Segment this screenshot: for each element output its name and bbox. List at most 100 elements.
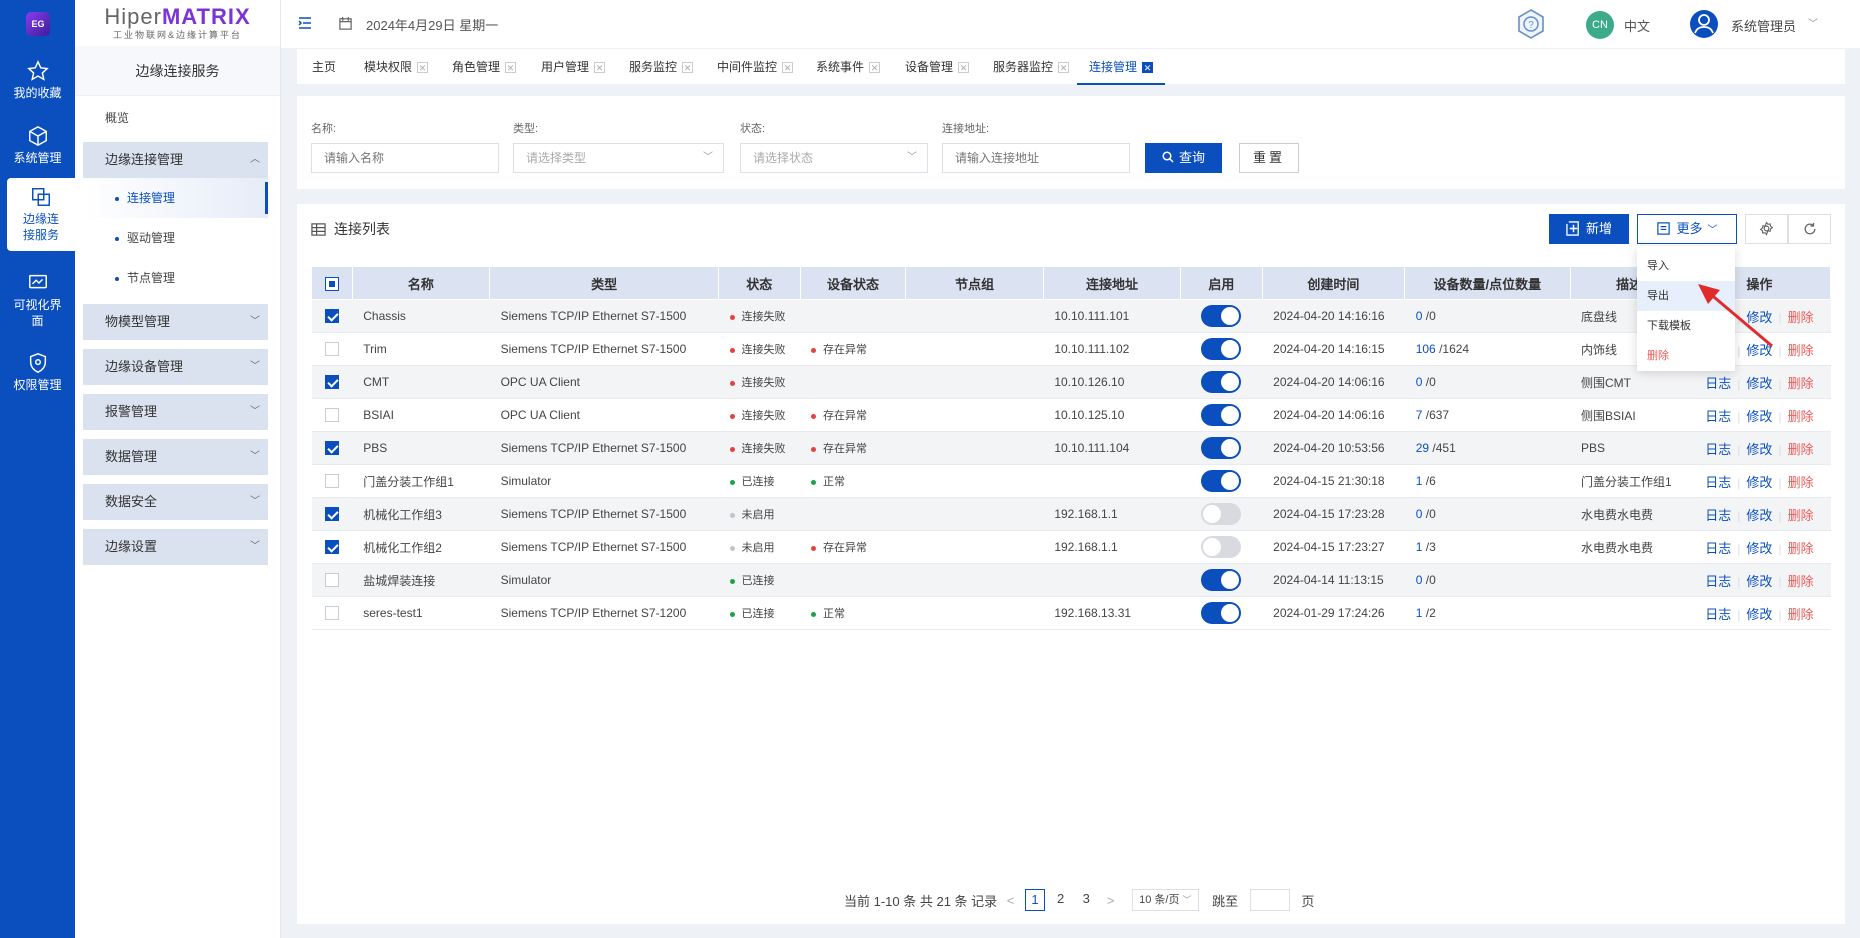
tab-role-mgmt[interactable]: 角色管理 ✕ — [452, 49, 517, 85]
language-badge[interactable]: CN — [1586, 11, 1614, 39]
name-input[interactable] — [311, 143, 499, 173]
sidebar-group-edge-connect[interactable]: 边缘连接管理 ︿ — [83, 142, 268, 178]
column-header[interactable]: 创建时间 — [1261, 266, 1406, 300]
row-select-cell[interactable] — [311, 398, 353, 432]
close-icon[interactable]: ✕ — [782, 62, 794, 74]
sidebar-group-data[interactable]: 数据管理 ﹀ — [83, 439, 268, 475]
rail-item-system[interactable]: 系统管理 — [0, 125, 75, 166]
tab-user-mgmt[interactable]: 用户管理 ✕ — [541, 49, 606, 85]
prev-page-button[interactable]: < — [1007, 893, 1015, 908]
tab-device-mgmt[interactable]: 设备管理 ✕ — [905, 49, 970, 85]
close-icon[interactable]: ✕ — [594, 62, 606, 74]
select-all-cell[interactable] — [311, 266, 353, 300]
rail-item-visual[interactable]: 可视化界面 — [0, 272, 75, 329]
close-icon[interactable]: ✕ — [417, 62, 429, 74]
reset-button[interactable]: 重置 — [1239, 143, 1299, 173]
tab-connection-mgmt[interactable]: 连接管理 ✕ — [1077, 49, 1166, 85]
user-name[interactable]: 系统管理员 — [1731, 16, 1796, 35]
rail-item-edge-connect[interactable]: 边缘连接服务 — [7, 178, 75, 251]
column-header[interactable]: 状态 — [718, 266, 801, 300]
more-button[interactable]: 更多 ﹀ — [1637, 214, 1737, 244]
row-checkbox[interactable] — [324, 573, 339, 588]
row-checkbox[interactable] — [324, 441, 339, 456]
tab-system-events[interactable]: 系统事件 ✕ — [816, 49, 881, 85]
enable-toggle[interactable] — [1201, 305, 1242, 327]
delete-link[interactable]: 删除 — [1788, 409, 1814, 424]
log-link[interactable]: 日志 — [1705, 475, 1731, 490]
table-row[interactable]: Trim Siemens TCP/IP Ethernet S7-1500 连接失败 存… — [311, 332, 1831, 366]
table-row[interactable]: BSIAI OPC UA Client 连接失败 存在异常 10.10.125.10 20… — [311, 398, 1831, 432]
delete-link[interactable]: 删除 — [1788, 508, 1814, 523]
next-page-button[interactable]: > — [1107, 893, 1115, 908]
tab-middleware-monitor[interactable]: 中间件监控 ✕ — [717, 49, 794, 85]
edit-link[interactable]: 修改 — [1746, 442, 1772, 457]
delete-link[interactable]: 删除 — [1788, 607, 1814, 622]
menu-collapse-icon[interactable] — [297, 15, 313, 31]
address-input[interactable] — [942, 143, 1130, 173]
sidebar-group-alarm[interactable]: 报警管理 ﹀ — [83, 394, 268, 430]
row-select-cell[interactable] — [311, 332, 353, 366]
close-icon[interactable]: ✕ — [682, 62, 694, 74]
row-checkbox[interactable] — [324, 606, 339, 621]
log-link[interactable]: 日志 — [1705, 376, 1731, 391]
chevron-down-icon[interactable]: ﹀ — [1808, 15, 1818, 30]
edit-link[interactable]: 修改 — [1746, 574, 1772, 589]
delete-link[interactable]: 删除 — [1788, 376, 1814, 391]
row-select-cell[interactable] — [311, 464, 353, 498]
enable-toggle[interactable] — [1201, 404, 1242, 426]
column-header[interactable]: 设备状态 — [799, 266, 907, 300]
tab-server-monitor[interactable]: 服务器监控 ✕ — [993, 49, 1070, 85]
column-header[interactable]: 名称 — [351, 266, 491, 300]
sidebar-item-node-mgmt[interactable]: 节点管理 — [83, 258, 268, 298]
jump-page-input[interactable] — [1249, 889, 1290, 911]
enable-toggle[interactable] — [1201, 470, 1242, 492]
table-row[interactable]: seres-test1 Siemens TCP/IP Ethernet S7-12… — [311, 596, 1831, 630]
table-row[interactable]: CMT OPC UA Client 连接失败 10.10.126.10 2024-04-… — [311, 365, 1831, 399]
delete-link[interactable]: 删除 — [1788, 541, 1814, 556]
table-row[interactable]: 机械化工作组3 Siemens TCP/IP Ethernet S7-1500 未启… — [311, 497, 1831, 531]
page-number[interactable]: 3 — [1076, 889, 1096, 911]
enable-toggle[interactable] — [1201, 371, 1242, 393]
tab-module-permission[interactable]: 模块权限 ✕ — [364, 49, 429, 85]
row-select-cell[interactable] — [311, 497, 353, 531]
delete-link[interactable]: 删除 — [1788, 475, 1814, 490]
tab-home[interactable]: 主页 — [312, 49, 336, 85]
edit-link[interactable]: 修改 — [1746, 475, 1772, 490]
column-header[interactable]: 连接地址 — [1042, 266, 1182, 300]
row-checkbox[interactable] — [324, 309, 339, 324]
log-link[interactable]: 日志 — [1705, 409, 1731, 424]
column-header[interactable]: 类型 — [489, 266, 720, 300]
enable-toggle[interactable] — [1201, 569, 1242, 591]
delete-link[interactable]: 删除 — [1788, 574, 1814, 589]
edit-link[interactable]: 修改 — [1746, 508, 1772, 523]
row-checkbox[interactable] — [324, 540, 339, 555]
sidebar-item-driver-mgmt[interactable]: 驱动管理 — [83, 218, 268, 258]
column-header[interactable]: 启用 — [1180, 266, 1263, 300]
log-link[interactable]: 日志 — [1705, 574, 1731, 589]
rail-item-permission[interactable]: 权限管理 — [0, 352, 75, 393]
close-icon[interactable]: ✕ — [505, 62, 517, 74]
status-select[interactable]: 请选择状态 ﹀ — [740, 143, 928, 173]
edit-link[interactable]: 修改 — [1746, 607, 1772, 622]
table-row[interactable]: 机械化工作组2 Siemens TCP/IP Ethernet S7-1500 未启… — [311, 530, 1831, 564]
page-number[interactable]: 2 — [1051, 889, 1071, 911]
sidebar-item-connection-mgmt[interactable]: 连接管理 — [83, 178, 268, 218]
enable-toggle[interactable] — [1201, 503, 1242, 525]
row-select-cell[interactable] — [311, 431, 353, 465]
row-select-cell[interactable] — [311, 563, 353, 597]
close-icon[interactable]: ✕ — [1142, 62, 1154, 74]
table-row[interactable]: PBS Siemens TCP/IP Ethernet S7-1500 连接失败 存在… — [311, 431, 1831, 465]
edit-link[interactable]: 修改 — [1746, 376, 1772, 391]
row-select-cell[interactable] — [311, 530, 353, 564]
enable-toggle[interactable] — [1201, 536, 1242, 558]
enable-toggle[interactable] — [1201, 338, 1242, 360]
log-link[interactable]: 日志 — [1705, 541, 1731, 556]
sidebar-group-security[interactable]: 数据安全 ﹀ — [83, 484, 268, 520]
column-settings-button[interactable] — [1745, 214, 1788, 244]
add-button[interactable]: 新增 — [1549, 214, 1629, 244]
row-checkbox[interactable] — [324, 342, 339, 357]
delete-link[interactable]: 删除 — [1788, 442, 1814, 457]
row-select-cell[interactable] — [311, 299, 353, 333]
table-row[interactable]: Chassis Siemens TCP/IP Ethernet S7-1500 连接… — [311, 299, 1831, 333]
select-all-checkbox[interactable] — [324, 276, 339, 291]
